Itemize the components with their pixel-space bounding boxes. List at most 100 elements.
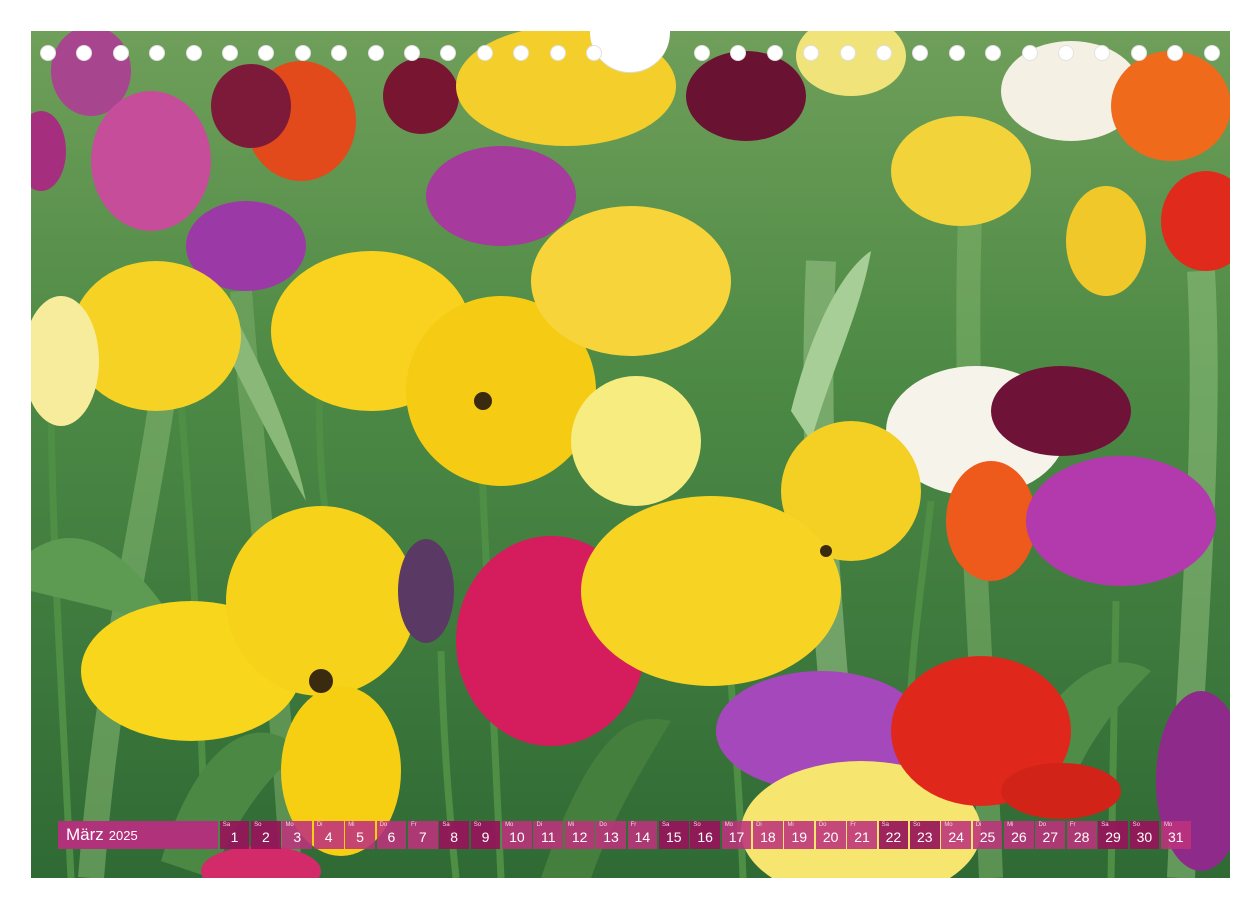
day-cell: Mo 3: [282, 821, 313, 849]
day-number: 11: [541, 829, 556, 845]
day-number: 4: [324, 829, 333, 845]
day-number: 15: [665, 829, 682, 845]
binding-hole: [985, 45, 1002, 61]
binding-hole: [766, 45, 783, 61]
weekday-abbr: Sa: [661, 822, 670, 828]
day-cell: Mo 10: [502, 821, 532, 849]
day-cell: Mo 17: [721, 821, 752, 849]
day-cell: Mo 31: [1160, 821, 1191, 849]
weekday-abbr: Di: [536, 822, 543, 828]
weekday-abbr: Mo: [285, 822, 294, 828]
weekday-abbr: So: [1132, 822, 1140, 828]
binding-hole: [1094, 45, 1111, 61]
month-name: März: [66, 825, 104, 844]
day-cell: Di 18: [753, 821, 783, 849]
day-number: 1: [230, 829, 239, 845]
day-number: 3: [293, 829, 302, 845]
day-cell: Fr 28: [1066, 821, 1097, 849]
binding-hole: [730, 45, 747, 61]
weekday-abbr: So: [473, 822, 482, 828]
day-cell: Mi 19: [784, 821, 815, 849]
binding-hole: [839, 45, 856, 61]
day-cell: Sa 22: [878, 821, 909, 849]
day-cell: Fr 7: [407, 821, 438, 849]
day-number: 18: [760, 829, 776, 845]
day-number: 9: [481, 829, 490, 845]
month-label: März 2025: [58, 821, 218, 849]
day-cell: Do 27: [1035, 821, 1066, 849]
day-cell: So 16: [690, 821, 720, 849]
weekday-abbr: Do: [818, 822, 827, 828]
day-cell: Do 20: [815, 821, 846, 849]
weekday-abbr: Do: [599, 822, 607, 828]
day-number: 12: [571, 829, 588, 845]
day-number: 14: [634, 829, 651, 845]
binding-hole: [40, 45, 56, 61]
day-number: 10: [509, 829, 525, 845]
weekday-abbr: Mo: [1163, 822, 1173, 828]
binding-hole: [803, 45, 820, 61]
binding-hole: [476, 45, 493, 61]
day-number: 27: [1042, 829, 1059, 845]
day-cell: Sa 1: [219, 821, 250, 849]
day-number: 21: [854, 829, 870, 845]
weekday-abbr: Mi: [348, 822, 355, 828]
binding-hole: [331, 45, 348, 61]
weekday-abbr: Fr: [410, 822, 417, 828]
weekday-abbr: Mo: [505, 822, 514, 828]
binding-hole: [1130, 45, 1147, 61]
binding-hole: [149, 45, 166, 61]
day-number: 24: [948, 829, 964, 845]
tulip-photo: [31, 31, 1230, 878]
year: 2025: [108, 827, 138, 843]
binding-hole: [1058, 45, 1074, 61]
binding-hole: [294, 45, 311, 61]
weekday-abbr: So: [693, 822, 701, 828]
binding-hole: [586, 45, 602, 61]
binding-hole: [694, 45, 710, 61]
day-cell: Mi 26: [1004, 821, 1034, 849]
day-number: 19: [791, 829, 808, 845]
weekday-abbr: Di: [756, 822, 762, 828]
weekday-abbr: Fr: [630, 822, 637, 828]
day-cell: Do 6: [376, 821, 407, 849]
day-number: 8: [450, 829, 459, 845]
binding-hole: [1021, 45, 1038, 61]
day-number: 31: [1167, 829, 1184, 845]
binding-hole: [513, 45, 530, 61]
weekday-abbr: Di: [975, 822, 982, 828]
day-number: 5: [356, 829, 364, 845]
tulip-illustration: [31, 31, 1230, 878]
weekday-abbr: Do: [1038, 822, 1047, 828]
weekday-abbr: Mo: [944, 822, 953, 828]
day-cell: Sa 15: [658, 821, 689, 849]
weekday-abbr: Fr: [850, 822, 856, 828]
weekday-abbr: Sa: [222, 822, 231, 828]
day-cell: Do 13: [596, 821, 626, 849]
day-number: 20: [822, 829, 839, 845]
binding-hole: [1167, 45, 1184, 61]
day-number: 26: [1011, 829, 1027, 845]
binding-hole: [1203, 45, 1220, 61]
weekday-abbr: Fr: [1069, 822, 1076, 828]
day-number: 17: [728, 829, 745, 845]
day-number: 25: [979, 829, 996, 845]
day-cell: Fr 14: [627, 821, 658, 849]
day-cell: So 30: [1129, 821, 1160, 849]
binding-hole: [367, 45, 384, 61]
weekday-abbr: Mi: [1007, 822, 1014, 828]
weekday-abbr: Do: [379, 822, 388, 828]
day-number: 16: [697, 829, 713, 845]
day-cell: Mo 24: [941, 821, 971, 849]
binding-hole: [876, 45, 892, 61]
binding-hole: [185, 45, 202, 61]
weekday-abbr: Mi: [787, 822, 794, 828]
weekday-abbr: Sa: [1101, 822, 1109, 828]
day-cell: Sa 29: [1098, 821, 1128, 849]
binding-hole: [912, 45, 929, 61]
day-number: 2: [262, 829, 270, 845]
calendar-date-strip: März 2025 Sa 1 So 2 Mo 3 Di 4 Mi 5 Do 6 Fr 7 Sa 8 So 9 Mo 1…: [58, 821, 1191, 849]
day-cell: So 23: [909, 821, 940, 849]
binding-hole: [948, 45, 965, 61]
weekday-abbr: Mo: [724, 822, 734, 828]
